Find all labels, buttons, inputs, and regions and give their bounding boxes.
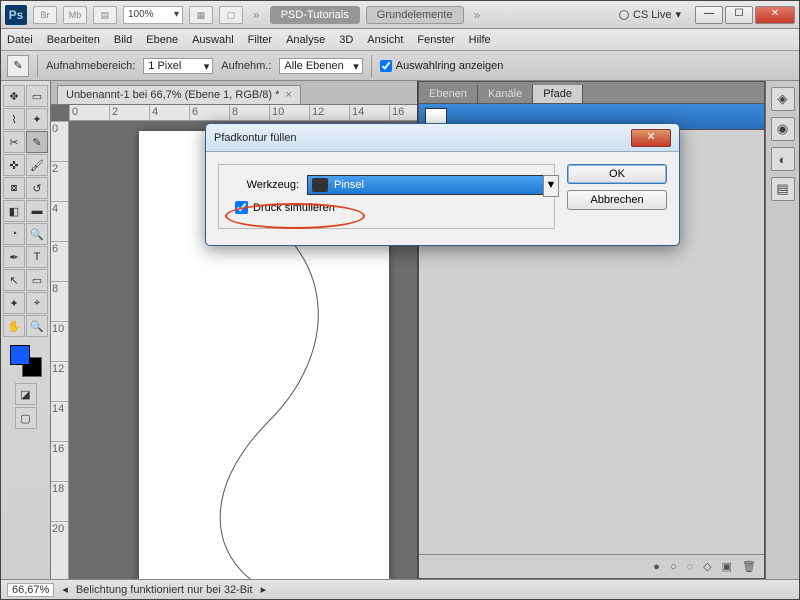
history-tool[interactable]: ↺	[26, 177, 48, 199]
close-doc-icon[interactable]: ×	[285, 89, 291, 101]
minibridge-button[interactable]: Mb	[63, 6, 87, 24]
triangle-left-icon[interactable]: ◂	[62, 583, 68, 596]
pen-tool[interactable]: ✒	[3, 246, 25, 268]
close-button[interactable]: ✕	[755, 6, 795, 24]
doc-tab[interactable]: Unbenannt-1 bei 66,7% (Ebene 1, RGB/8) *…	[57, 85, 301, 104]
menu-bearbeiten[interactable]: Bearbeiten	[47, 34, 100, 46]
triangle-right-icon[interactable]: ▸	[261, 583, 267, 596]
marquee-tool[interactable]: ▭	[26, 85, 48, 107]
move-tool[interactable]: ✥	[3, 85, 25, 107]
new-path-icon[interactable]: ▣	[722, 560, 732, 573]
dialog-content: Werkzeug: Pinsel Druck simulieren	[218, 164, 555, 229]
path-tool[interactable]: ↖	[3, 269, 25, 291]
menu-auswahl[interactable]: Auswahl	[192, 34, 234, 46]
menu-ebene[interactable]: Ebene	[146, 34, 178, 46]
shape-tool[interactable]: ▭	[26, 269, 48, 291]
dialog-close-button[interactable]: ✕	[631, 129, 671, 147]
bridge-button[interactable]: Br	[33, 6, 57, 24]
trash-icon[interactable]: 🗑	[742, 560, 756, 573]
ruler-vertical: 02468101214161820	[51, 121, 69, 579]
tab-pfade[interactable]: Pfade	[533, 85, 583, 103]
screenmode-icon[interactable]: ▢	[219, 6, 243, 24]
zoom-tool[interactable]: 🔍	[26, 315, 48, 337]
menu-analyse[interactable]: Analyse	[286, 34, 325, 46]
options-bar: ✎ Aufnahmebereich: 1 Pixel Aufnehm.: All…	[1, 51, 799, 81]
maximize-button[interactable]: ☐	[725, 6, 753, 24]
toolbox: ✥▭ ⌇✦ ✂✎ ✜🖌 ⧇↺ ◧▬ ◔🔍 ✒T ↖▭ ✦⌖ ✋🔍 ◪ ▢	[1, 81, 51, 579]
status-message: Belichtung funktioniert nur bei 32-Bit	[76, 584, 253, 596]
adjust-panel-icon[interactable]: ◐	[771, 147, 795, 171]
screenmode-button[interactable]: ▢	[15, 407, 37, 429]
menu-3d[interactable]: 3D	[339, 34, 353, 46]
chevrons-icon: »	[249, 8, 264, 22]
cancel-button[interactable]: Abbrechen	[567, 190, 667, 210]
chevrons-icon: »	[470, 8, 485, 22]
eyedropper-icon[interactable]: ✎	[7, 55, 29, 77]
app-window: Ps Br Mb ▤ 100% ▦ ▢ » PSD-Tutorials Grun…	[0, 0, 800, 600]
menubar: Datei Bearbeiten Bild Ebene Auswahl Filt…	[1, 29, 799, 51]
zoom-dropdown[interactable]: 100%	[123, 6, 183, 24]
status-zoom[interactable]: 66,67%	[7, 583, 54, 597]
type-tool[interactable]: T	[26, 246, 48, 268]
workspace-tab-active[interactable]: PSD-Tutorials	[270, 6, 360, 24]
selection-icon[interactable]: ◌	[687, 561, 694, 573]
aufnehm-select[interactable]: Alle Ebenen	[279, 58, 362, 74]
menu-hilfe[interactable]: Hilfe	[469, 34, 491, 46]
stroke-path-icon[interactable]: ○	[670, 561, 677, 573]
vector-icon[interactable]: ◇	[703, 560, 711, 573]
eraser-tool[interactable]: ◧	[3, 200, 25, 222]
druck-checkbox[interactable]: Druck simulieren	[229, 201, 544, 214]
wand-tool[interactable]: ✦	[26, 108, 48, 130]
statusbar: 66,67% ◂ Belichtung funktioniert nur bei…	[1, 579, 799, 599]
color-swatches[interactable]	[10, 345, 42, 377]
viewextras-icon[interactable]: ▦	[189, 6, 213, 24]
dodge-tool[interactable]: 🔍	[26, 223, 48, 245]
quickmask-button[interactable]: ◪	[15, 383, 37, 405]
stamp-tool[interactable]: ⧇	[3, 177, 25, 199]
gradient-tool[interactable]: ▬	[26, 200, 48, 222]
ps-logo: Ps	[5, 5, 27, 25]
workspace-tab[interactable]: Grundelemente	[366, 6, 464, 24]
3d-tool[interactable]: ✦	[3, 292, 25, 314]
hand-tool[interactable]: ✋	[3, 315, 25, 337]
menu-ansicht[interactable]: Ansicht	[367, 34, 403, 46]
tab-ebenen[interactable]: Ebenen	[419, 85, 478, 103]
menu-bild[interactable]: Bild	[114, 34, 132, 46]
color-panel-icon[interactable]: ◈	[771, 87, 795, 111]
minimize-button[interactable]: —	[695, 6, 723, 24]
brush-tool[interactable]: 🖌	[26, 154, 48, 176]
crop-tool[interactable]: ✂	[3, 131, 25, 153]
titlebar: Ps Br Mb ▤ 100% ▦ ▢ » PSD-Tutorials Grun…	[1, 1, 799, 29]
auswahlring-checkbox[interactable]: Auswahlring anzeigen	[380, 60, 504, 72]
aufnahme-select[interactable]: 1 Pixel	[143, 58, 213, 74]
fill-path-icon[interactable]: ●	[653, 561, 660, 573]
arrange-icon[interactable]: ▤	[93, 6, 117, 24]
tab-kanaele[interactable]: Kanäle	[478, 85, 533, 103]
eyedropper-tool[interactable]: ✎	[26, 131, 48, 153]
lasso-tool[interactable]: ⌇	[3, 108, 25, 130]
dialog-pfadkontur: Pfadkontur füllen ✕ Werkzeug: Pinsel Dru…	[205, 123, 680, 246]
swatches-panel-icon[interactable]: ◉	[771, 117, 795, 141]
werkzeug-select[interactable]: Pinsel	[307, 175, 544, 195]
heal-tool[interactable]: ✜	[3, 154, 25, 176]
menu-fenster[interactable]: Fenster	[417, 34, 454, 46]
panel-footer: ● ○ ◌ ◇ ▣ 🗑	[419, 554, 764, 578]
dialog-title: Pfadkontur füllen	[214, 132, 297, 144]
camera-tool[interactable]: ⌖	[26, 292, 48, 314]
ok-button[interactable]: OK	[567, 164, 667, 184]
cslive-button[interactable]: CS Live ▾	[619, 8, 681, 21]
aufnahme-label: Aufnahmebereich:	[46, 60, 135, 72]
aufnehm-label: Aufnehm.:	[221, 60, 271, 72]
layers-panel-icon[interactable]: ▤	[771, 177, 795, 201]
werkzeug-label: Werkzeug:	[229, 179, 299, 191]
dialog-titlebar[interactable]: Pfadkontur füllen ✕	[206, 124, 679, 152]
collapsed-panel-icons: ◈ ◉ ◐ ▤	[765, 81, 799, 579]
menu-datei[interactable]: Datei	[7, 34, 33, 46]
menu-filter[interactable]: Filter	[248, 34, 272, 46]
blur-tool[interactable]: ◔	[3, 223, 25, 245]
